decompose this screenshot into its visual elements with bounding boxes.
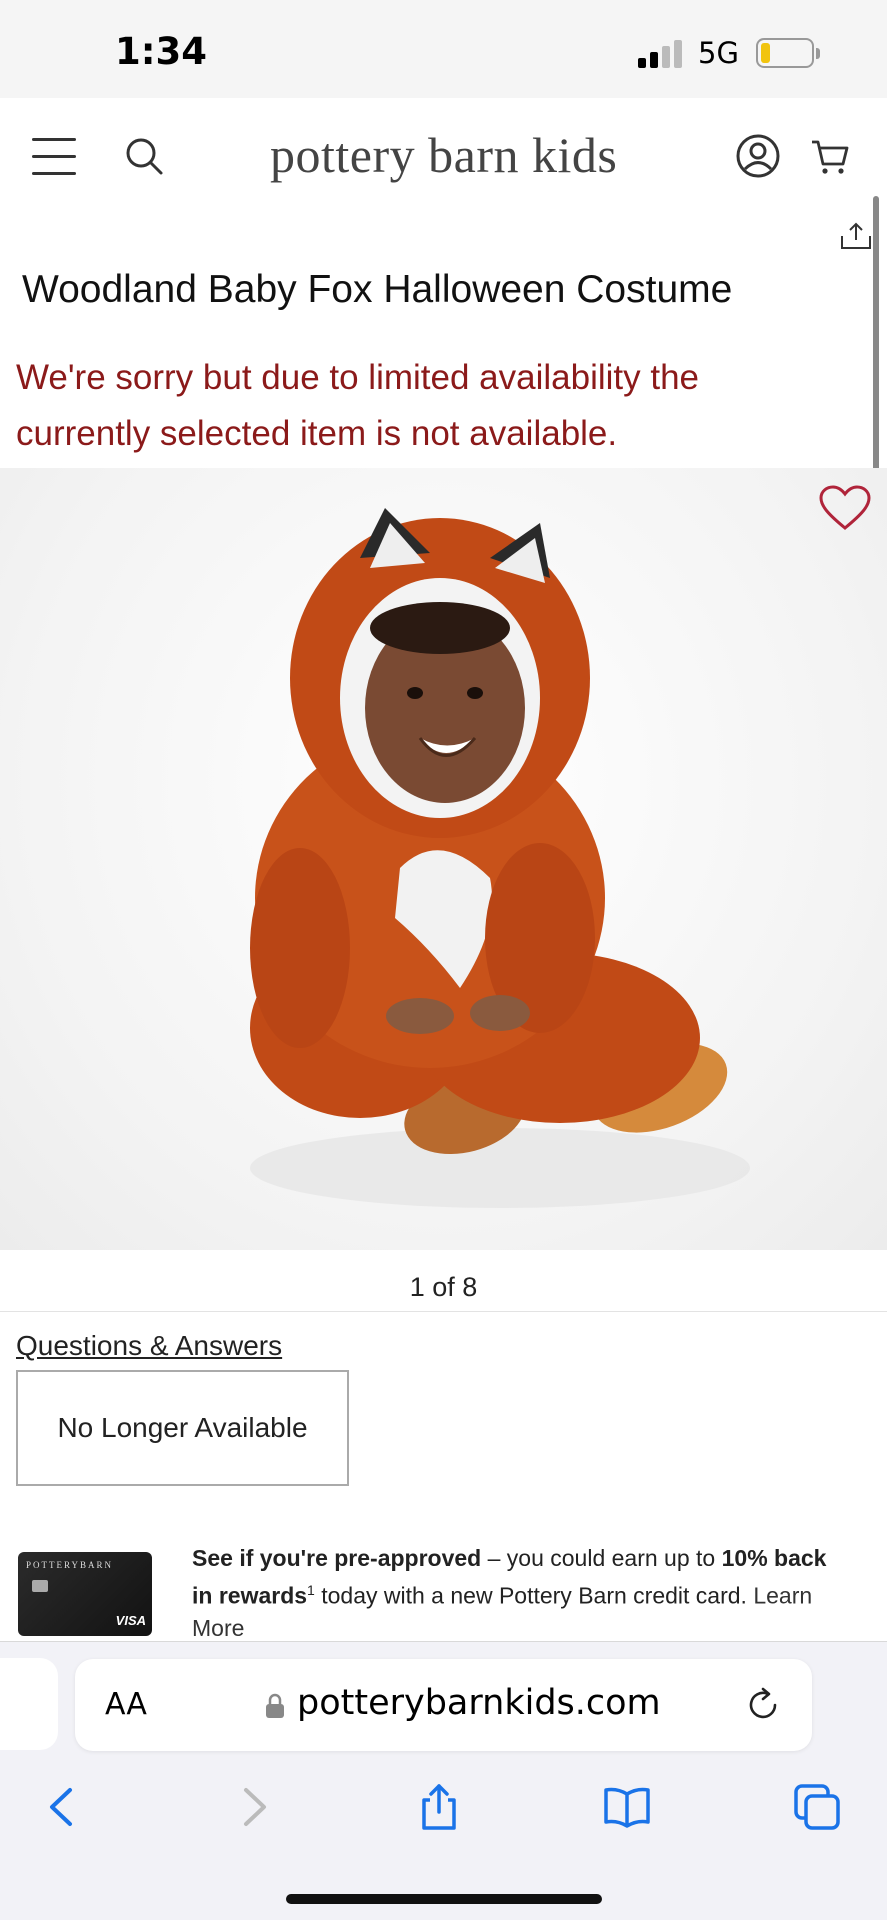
no-longer-available-button[interactable]: No Longer Available <box>16 1370 349 1486</box>
credit-card-image: POTTERYBARN VISA <box>18 1552 152 1636</box>
search-icon[interactable] <box>124 136 164 176</box>
address-bar[interactable]: AA potterybarnkids.com <box>75 1659 812 1751</box>
questions-answers-link[interactable]: Questions & Answers <box>16 1330 282 1362</box>
battery-icon <box>756 38 820 68</box>
card-chip-icon <box>32 1580 48 1592</box>
image-counter: 1 of 8 <box>409 1272 478 1302</box>
reload-icon[interactable] <box>745 1687 781 1723</box>
status-bar: 1:34 5G <box>0 0 887 98</box>
promo-bold-1: See if you're pre-approved <box>192 1545 482 1571</box>
status-time: 1:34 <box>115 30 208 73</box>
url-text[interactable]: potterybarnkids.com <box>297 1683 661 1723</box>
cart-icon[interactable] <box>810 136 850 176</box>
share-icon[interactable] <box>840 222 872 250</box>
promo-text-2: today with a new Pottery Barn credit car… <box>314 1582 754 1609</box>
network-type: 5G <box>698 36 739 70</box>
baby-fox-costume-photo <box>250 508 750 1208</box>
share-sheet-icon[interactable] <box>414 1782 464 1832</box>
card-network: VISA <box>115 1613 146 1628</box>
hamburger-menu-icon[interactable] <box>32 138 76 178</box>
divider <box>0 1311 887 1312</box>
previous-tab-peek[interactable] <box>0 1658 58 1750</box>
back-icon[interactable] <box>38 1782 88 1832</box>
tabs-icon[interactable] <box>792 1782 842 1832</box>
site-header: pottery barn kids <box>0 98 887 218</box>
lock-icon <box>266 1693 284 1718</box>
reader-settings-button[interactable]: AA <box>105 1687 147 1722</box>
favorite-heart-icon[interactable] <box>818 484 872 532</box>
credit-promo-text: See if you're pre-approved – you could e… <box>192 1542 832 1644</box>
availability-message: We're sorry but due to limited availabil… <box>16 358 700 453</box>
promo-footnote: 1 <box>307 1582 315 1598</box>
cellular-signal-icon <box>638 40 682 68</box>
home-indicator[interactable] <box>286 1894 602 1904</box>
promo-text-1: – you could earn up to <box>481 1545 722 1571</box>
site-logo[interactable]: pottery barn kids <box>270 126 617 184</box>
browser-toolbar: AA potterybarnkids.com <box>0 1641 887 1920</box>
bookmarks-icon[interactable] <box>602 1782 652 1832</box>
forward-icon[interactable] <box>228 1782 278 1832</box>
product-image[interactable] <box>0 468 887 1250</box>
account-icon[interactable] <box>736 134 780 178</box>
product-title: Woodland Baby Fox Halloween Costume <box>22 268 733 311</box>
card-brand: POTTERYBARN <box>26 1560 114 1570</box>
